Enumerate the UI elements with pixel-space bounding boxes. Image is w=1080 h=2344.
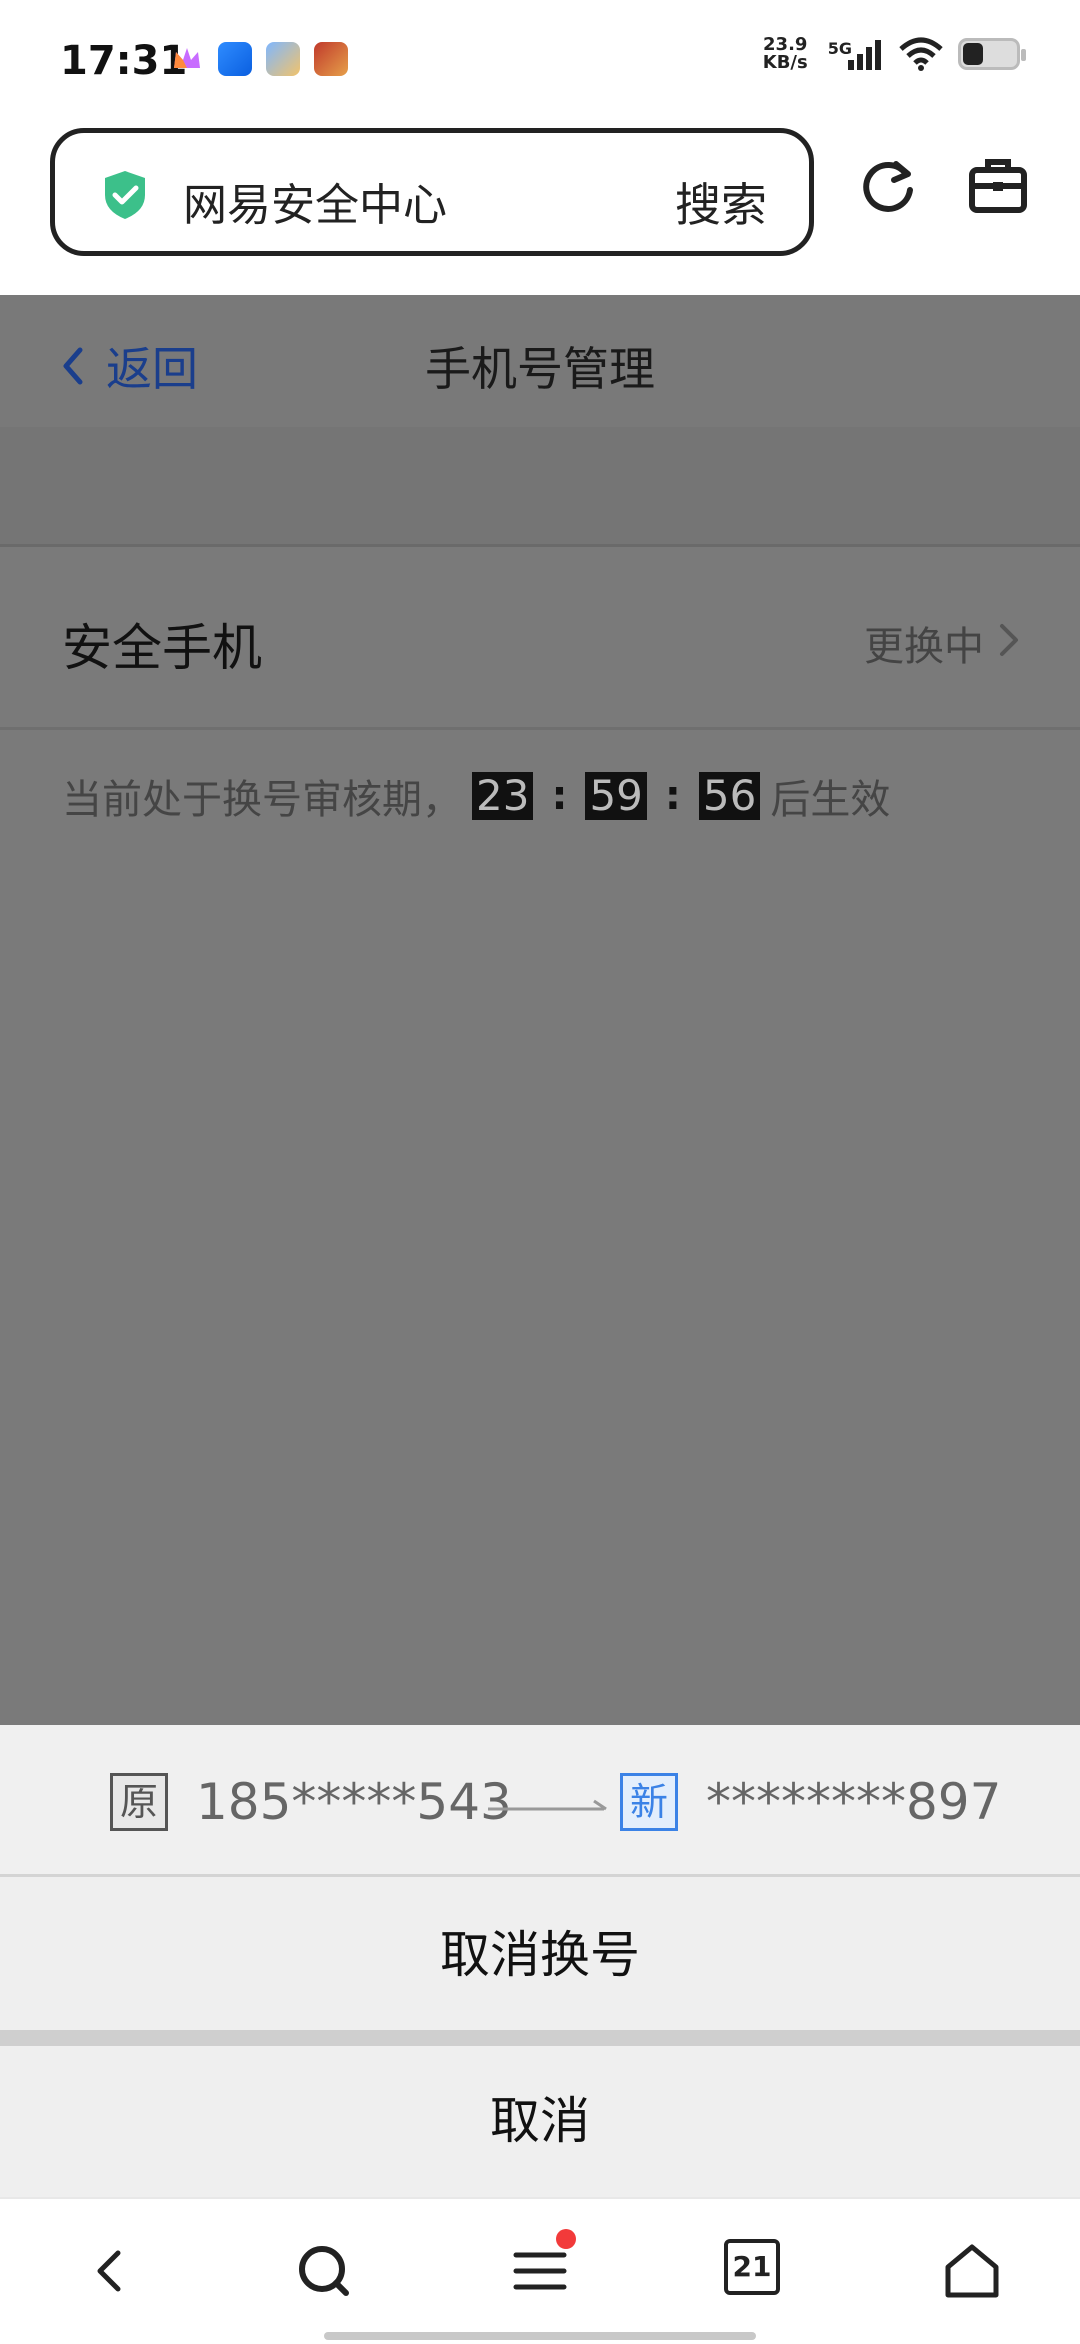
notification-icons: [170, 42, 348, 76]
menu-icon[interactable]: [508, 2229, 576, 2303]
address-text[interactable]: 网易安全中心: [183, 169, 447, 233]
back-icon[interactable]: [78, 2239, 142, 2303]
status-indicators: 23.9 KB/s 5G: [762, 34, 1026, 73]
old-number: 185*****543: [196, 1773, 512, 1831]
countdown-colon: :: [664, 773, 681, 819]
old-number-tag: 原: [110, 1773, 168, 1831]
planet-icon: [218, 42, 252, 76]
wifi-icon: [899, 37, 943, 71]
new-number: ********897: [706, 1773, 1002, 1831]
net-speed: 23.9 KB/s: [762, 34, 808, 73]
countdown-colon: :: [551, 773, 568, 819]
notification-dot: [556, 2229, 576, 2249]
review-notice: 当前处于换号审核期， 23 : 59 : 56 后生效: [62, 767, 890, 825]
number-change-info: 原 185*****543 新 ********897: [0, 1725, 1080, 1877]
security-phone-row[interactable]: 安全手机 更换中: [0, 550, 1080, 730]
status-bar: 17:31 23.9 KB/s 5G: [0, 0, 1080, 120]
crown-icon: [170, 42, 204, 76]
cancel-number-change-button[interactable]: 取消换号: [0, 1880, 1080, 2030]
section-gap: [0, 427, 1080, 547]
signal-icon: 5G: [822, 38, 884, 70]
home-indicator[interactable]: [324, 2332, 756, 2340]
arrow-right-icon: [488, 1799, 607, 1811]
page-title: 手机号管理: [425, 342, 655, 396]
status-time: 17:31: [60, 38, 188, 84]
countdown-minutes: 59: [585, 772, 647, 820]
game-icon: [314, 42, 348, 76]
page-content: 返回 手机号管理 安全手机 更换中 当前处于换号审核期， 23 : 59 : 5…: [0, 295, 1080, 1725]
home-icon[interactable]: [940, 2239, 1004, 2303]
toolbox-icon[interactable]: [966, 154, 1030, 218]
countdown-hours: 23: [472, 772, 534, 820]
cloud-icon: [266, 42, 300, 76]
notice-suffix: 后生效: [770, 777, 891, 823]
tabs-count: 21: [724, 2239, 780, 2295]
chevron-right-icon: [1000, 624, 1018, 656]
countdown-seconds: 56: [698, 772, 761, 820]
sheet-separator: [0, 2030, 1080, 2046]
search-icon[interactable]: [292, 2239, 356, 2303]
tabs-icon[interactable]: 21: [724, 2239, 788, 2303]
page-navbar: 返回 手机号管理: [0, 295, 1080, 427]
address-bar[interactable]: 网易安全中心 搜索: [50, 128, 814, 256]
cancel-button[interactable]: 取消: [0, 2046, 1080, 2197]
shield-check-icon: [105, 171, 145, 219]
security-phone-label: 安全手机: [62, 619, 262, 677]
security-phone-status: 更换中: [864, 624, 984, 670]
new-number-tag: 新: [620, 1773, 678, 1831]
action-sheet: 原 185*****543 新 ********897 取消换号 取消: [0, 1725, 1080, 2197]
refresh-icon[interactable]: [856, 154, 920, 218]
browser-bottom-nav: 21: [0, 2197, 1080, 2344]
notice-prefix: 当前处于换号审核期，: [62, 777, 462, 823]
battery-icon: [958, 38, 1026, 70]
search-button[interactable]: 搜索: [675, 169, 767, 235]
browser-toolbar: 网易安全中心 搜索: [0, 120, 1080, 295]
